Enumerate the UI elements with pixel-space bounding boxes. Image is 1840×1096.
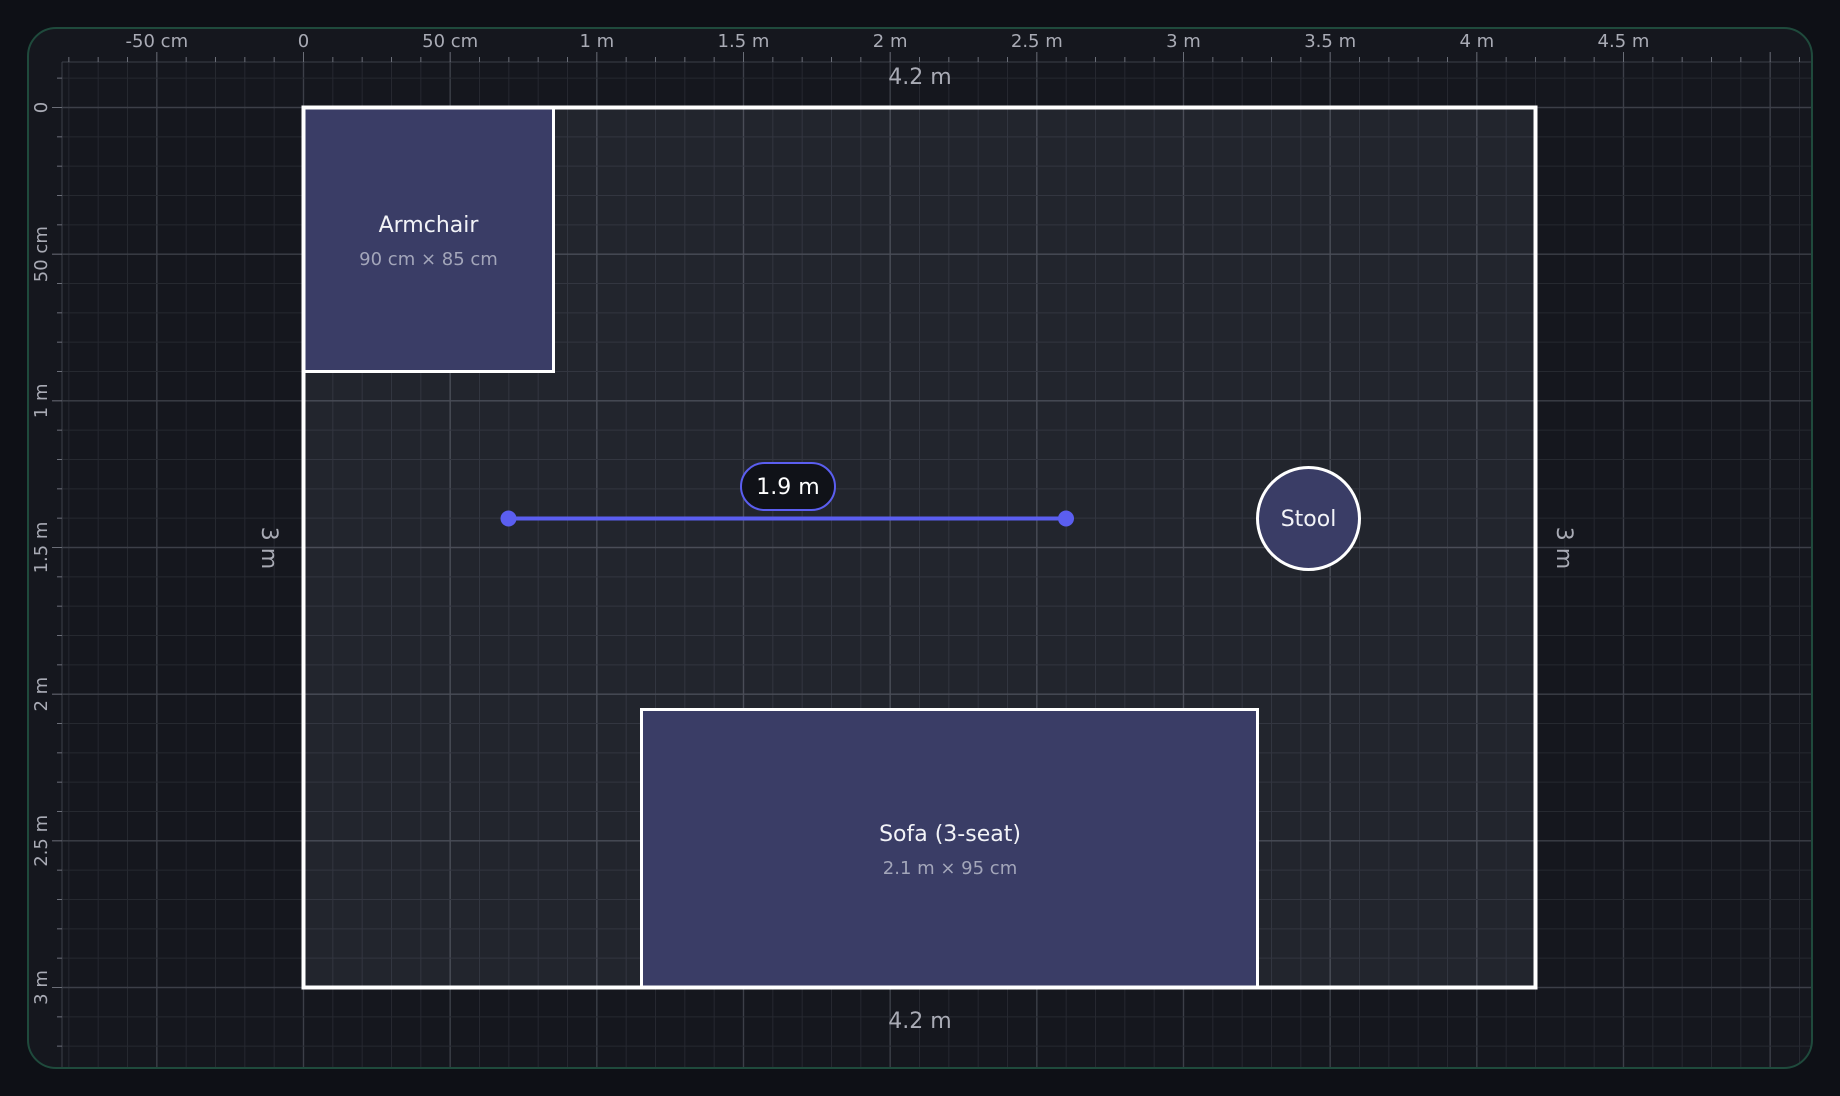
ruler-top-label: 0 (298, 31, 309, 52)
ruler-left-label: 0 (31, 102, 52, 113)
ruler-top-label: 50 cm (422, 31, 478, 52)
ruler-top-label: 3.5 m (1304, 31, 1356, 52)
ruler-top-label: 2.5 m (1011, 31, 1063, 52)
ruler-corner (28, 28, 62, 62)
ruler-left-label: 2.5 m (31, 815, 52, 867)
sofa[interactable]: Sofa (3-seat) 2.1 m × 95 cm (640, 708, 1259, 989)
ruler-top-label: 4.5 m (1598, 31, 1650, 52)
ruler-top-label: 3 m (1166, 31, 1201, 52)
room-depth-label-right: 3 m (1551, 527, 1576, 569)
measure-label: 1.9 m (756, 475, 819, 500)
sofa-size: 2.1 m × 95 cm (883, 858, 1017, 879)
measure-start-handle[interactable] (500, 510, 517, 527)
ruler-left-label: 2 m (31, 677, 52, 712)
sofa-label: Sofa (3-seat) (879, 822, 1021, 847)
armchair-size: 90 cm × 85 cm (359, 249, 498, 270)
ruler-top-label: 4 m (1459, 31, 1494, 52)
ruler-top: -50 cm 0 50 cm 1 m 1.5 m 2 m 2.5 m 3 m 3.5 m 4 m 4… (28, 28, 1812, 63)
stool-label: Stool (1281, 507, 1337, 532)
stool[interactable]: Stool (1256, 466, 1361, 571)
room-width-label-bottom: 4.2 m (888, 1009, 951, 1034)
armchair[interactable]: Armchair 90 cm × 85 cm (302, 106, 555, 373)
ruler-left-label: 3 m (31, 970, 52, 1005)
ruler-top-label: 1 m (579, 31, 614, 52)
sofa-shape[interactable] (640, 708, 1259, 989)
armchair-label: Armchair (379, 213, 480, 238)
armchair-shape[interactable] (302, 106, 555, 373)
ruler-left: 0 50 cm 1 m 1.5 m 2 m 2.5 m 3 m (28, 28, 63, 1068)
floor-plan-canvas[interactable]: Armchair 90 cm × 85 cm Sofa (3-seat) 2.1… (0, 0, 1840, 1096)
room-depth-label-left: 3 m (256, 527, 281, 569)
ruler-left-label: 1.5 m (31, 522, 52, 574)
measure-end-handle[interactable] (1058, 510, 1074, 527)
ruler-top-label: 2 m (873, 31, 908, 52)
ruler-left-label: 1 m (31, 383, 52, 418)
ruler-left-label: 50 cm (31, 226, 52, 282)
ruler-top-label: 1.5 m (718, 31, 770, 52)
ruler-top-bg (28, 28, 1812, 62)
ruler-top-label: -50 cm (126, 31, 189, 52)
room-width-label-top: 4.2 m (888, 65, 951, 90)
